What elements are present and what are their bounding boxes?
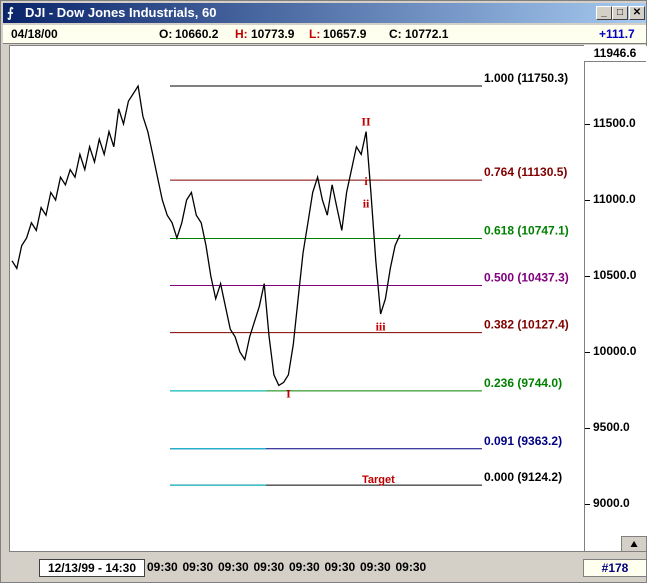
axis-tick-mark: [585, 428, 590, 429]
minimize-button[interactable]: _: [596, 6, 612, 20]
maximize-button[interactable]: □: [612, 6, 628, 20]
high-value: 10773.9: [251, 27, 295, 41]
axis-tick-label: 9500.0: [593, 420, 630, 434]
fib-label-3: 0.500 (10437.3): [484, 271, 569, 285]
fib-label-7: 0.000 (9124.2): [484, 470, 562, 484]
time-tick-label: 09:30: [147, 560, 178, 574]
chart-app-icon: ⨍: [7, 5, 14, 20]
time-axis: 09:30 09:30 09:30 09:30 09:30 09:30 09:30 09:30: [147, 556, 437, 576]
change-value: +111.7: [599, 27, 635, 41]
low-value: 10657.9: [323, 27, 367, 41]
fib-label-0: 1.000 (11750.3): [484, 71, 568, 85]
axis-tick-mark: [585, 276, 590, 277]
axis-tick-label: 11500.0: [593, 116, 636, 130]
axis-tick-label: 9000.0: [593, 496, 630, 510]
window-title: DJI - Dow Jones Industrials, 60: [25, 5, 217, 20]
close-button[interactable]: ✕: [629, 6, 645, 20]
fib-label-1: 0.764 (11130.5): [484, 165, 567, 179]
wave-label-4: iii: [376, 320, 387, 334]
wave-label-0: I: [286, 387, 291, 401]
axis-tick-mark: [585, 504, 590, 505]
time-tick-label: 09:30: [253, 560, 285, 574]
axis-tick-mark: [585, 352, 590, 353]
chart-window: ⨍ DJI - Dow Jones Industrials, 60 _ □ ✕ …: [0, 0, 647, 583]
open-value: 10660.2: [175, 27, 219, 41]
bar-count: #178: [583, 559, 647, 577]
close-value: 10772.1: [405, 27, 449, 41]
wave-label-2: i: [364, 174, 368, 188]
time-tick-label: 09:30: [182, 560, 214, 574]
price-axis[interactable]: 11500.0 11000.0 10500.0 10000.0 9500.0 9000.0: [584, 45, 647, 552]
cursor-date-box[interactable]: 12/13/99 - 14:30: [39, 559, 145, 577]
wave-label-1: II: [361, 115, 371, 129]
time-tick-label: 09:30: [360, 560, 391, 574]
high-label: H:: [235, 27, 248, 41]
target-label: Target: [362, 474, 395, 486]
axis-tick-mark: [585, 124, 590, 125]
close-label: C:: [389, 27, 402, 41]
time-tick-label: 09:30: [289, 560, 320, 574]
axis-tick-label: 11000.0: [593, 192, 636, 206]
fib-label-4: 0.382 (10127.4): [484, 318, 569, 332]
fib-label-6: 0.091 (9363.2): [484, 434, 562, 448]
axis-tick-label: 10500.0: [593, 268, 637, 282]
time-tick-label: 09:30: [324, 560, 356, 574]
open-label: O:: [159, 27, 173, 41]
time-tick-label: 09:30: [395, 560, 427, 574]
zoom-icon[interactable]: ⛰: [621, 536, 647, 552]
quote-info-bar: 04/18/00 O: 10660.2 H: 10773.9 L: 10657.…: [3, 25, 646, 44]
axis-tick-mark: [585, 200, 590, 201]
title-bar[interactable]: ⨍ DJI - Dow Jones Industrials, 60 _ □ ✕: [3, 3, 646, 23]
axis-top-value: 11946.6: [584, 45, 646, 62]
wave-label-3: ii: [363, 197, 370, 211]
fib-label-2: 0.618 (10747.1): [484, 223, 569, 237]
quote-date: 04/18/00: [11, 27, 58, 41]
time-tick-label: 09:30: [218, 560, 249, 574]
price-series-line: [11, 84, 401, 387]
price-chart[interactable]: 1.000 (11750.3) 0.764 (11130.5) 0.618 (107…: [9, 45, 585, 552]
low-label: L:: [309, 27, 321, 41]
fib-label-5: 0.236 (9744.0): [484, 376, 562, 390]
axis-tick-label: 10000.0: [593, 344, 637, 358]
